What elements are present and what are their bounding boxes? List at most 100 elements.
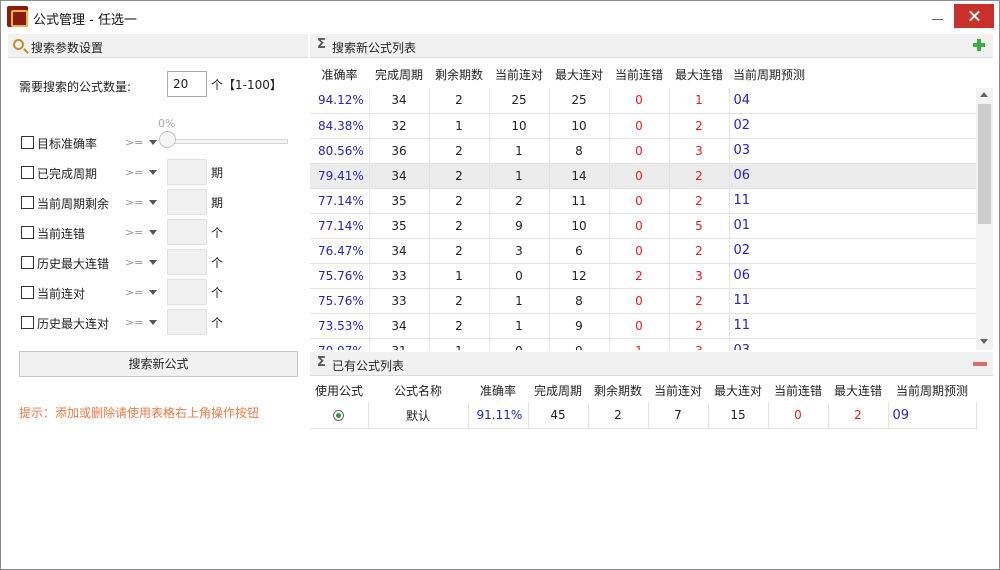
chevron-down-icon[interactable]: [149, 170, 157, 175]
column-header[interactable]: 当前连错: [768, 378, 828, 403]
filter-value-input[interactable]: [167, 279, 207, 305]
table-cell: 06: [729, 263, 976, 289]
table-cell: 75.76%: [310, 263, 370, 289]
sigma-icon: Σ: [317, 37, 326, 52]
chevron-down-icon[interactable]: [149, 200, 157, 205]
table-cell: 2: [669, 288, 730, 314]
table-cell: 36: [369, 138, 430, 164]
filter-unit: 个: [211, 256, 224, 270]
minimize-button[interactable]: [922, 4, 954, 28]
column-header[interactable]: 准确率: [468, 378, 528, 403]
chevron-down-icon[interactable]: [149, 290, 157, 295]
table-cell: 77.14%: [310, 213, 370, 239]
table-cell: 6: [549, 238, 610, 264]
column-header[interactable]: 完成周期: [528, 378, 588, 403]
table-cell: 3: [669, 138, 730, 164]
filter-unit: 个: [211, 286, 224, 300]
filter-value-input[interactable]: [167, 189, 207, 215]
filter-checkbox[interactable]: [21, 316, 34, 329]
table-row[interactable]: 84.38% 32 1 10 10 0 2 02: [310, 113, 976, 139]
filter-operator: >=: [125, 196, 144, 209]
radio-selected-icon[interactable]: [333, 410, 345, 422]
table-cell: 02: [729, 113, 976, 139]
table-row[interactable]: 79.41% 34 2 1 14 0 2 06: [310, 163, 976, 189]
formula-count-label: 需要搜索的公式数量:: [19, 80, 132, 94]
filter-checkbox[interactable]: [21, 136, 34, 149]
scroll-up-icon[interactable]: [980, 92, 988, 97]
chevron-down-icon[interactable]: [149, 140, 157, 145]
table-cell: 34: [369, 163, 430, 189]
use-formula-cell[interactable]: [310, 403, 369, 429]
filter-checkbox[interactable]: [21, 286, 34, 299]
filter-value-input[interactable]: [167, 219, 207, 245]
table-cell: 91.11%: [468, 403, 529, 429]
filter-unit: 期: [211, 166, 224, 180]
column-header[interactable]: 完成周期: [369, 62, 429, 87]
column-header[interactable]: 当前连对: [489, 62, 549, 87]
new-formula-list-header: Σ 搜索新公式列表: [310, 34, 993, 58]
table-cell: 1: [489, 163, 550, 189]
table-cell: 14: [549, 163, 610, 189]
table-cell: 0: [489, 338, 550, 350]
filter-value-input[interactable]: [167, 249, 207, 275]
column-header[interactable]: 当前周期预测: [729, 62, 976, 87]
scrollbar-thumb[interactable]: [978, 104, 991, 224]
table-cell: 1: [489, 138, 550, 164]
column-header[interactable]: 最大连对: [708, 378, 768, 403]
filter-checkbox[interactable]: [21, 166, 34, 179]
table-cell: 1: [669, 88, 730, 114]
table-cell: 76.47%: [310, 238, 370, 264]
new-formula-scrollbar[interactable]: [976, 88, 993, 350]
table-row[interactable]: 75.76% 33 1 0 12 2 3 06: [310, 263, 976, 289]
column-header[interactable]: 当前连对: [648, 378, 708, 403]
chevron-down-icon[interactable]: [149, 260, 157, 265]
column-header[interactable]: 剩余期数: [588, 378, 648, 403]
remove-formula-icon[interactable]: [973, 362, 987, 366]
chevron-down-icon[interactable]: [149, 230, 157, 235]
table-row[interactable]: 77.14% 35 2 9 10 0 5 01: [310, 213, 976, 239]
filter-checkbox[interactable]: [21, 196, 34, 209]
table-row[interactable]: 76.47% 34 2 3 6 0 2 02: [310, 238, 976, 264]
filter-value-input[interactable]: [167, 309, 207, 335]
hint-text: 提示：添加或删除请使用表格右上角操作按钮: [19, 406, 260, 420]
column-header[interactable]: 剩余期数: [429, 62, 489, 87]
column-header[interactable]: 最大连错: [669, 62, 729, 87]
table-cell: 11: [549, 188, 610, 214]
table-row[interactable]: 94.12% 34 2 25 25 0 1 04: [310, 88, 976, 114]
table-cell: 03: [729, 138, 976, 164]
close-button[interactable]: [954, 4, 994, 28]
search-new-formula-button[interactable]: 搜索新公式: [19, 351, 298, 377]
filter-value-input[interactable]: [167, 159, 207, 185]
table-cell: 默认: [368, 403, 469, 429]
table-row[interactable]: 80.56% 36 2 1 8 0 3 03: [310, 138, 976, 164]
table-row[interactable]: 75.76% 33 2 1 8 0 2 11: [310, 288, 976, 314]
formula-count-input[interactable]: 20: [167, 71, 207, 97]
table-cell: 33: [369, 288, 430, 314]
filter-checkbox[interactable]: [21, 226, 34, 239]
column-header[interactable]: 最大连错: [828, 378, 888, 403]
scroll-down-icon[interactable]: [980, 339, 988, 344]
column-header[interactable]: 公式名称: [368, 378, 468, 403]
table-row[interactable]: 73.53% 34 2 1 9 0 2 11: [310, 313, 976, 339]
chevron-down-icon[interactable]: [149, 320, 157, 325]
filter-unit: 个: [211, 316, 224, 330]
table-cell: 2: [669, 238, 730, 264]
table-row[interactable]: 77.14% 35 2 2 11 0 2 11: [310, 188, 976, 214]
column-header[interactable]: 准确率: [310, 62, 369, 87]
table-cell: 45: [528, 403, 589, 429]
formula-manager-window: 公式管理 - 任选一 搜索参数设置 需要搜索的公式数量: 20 个【1-100】…: [0, 0, 1000, 570]
column-header[interactable]: 当前连错: [609, 62, 669, 87]
table-row[interactable]: 默认 91.11% 45 2 7 15 0 2 09: [310, 403, 977, 429]
table-row[interactable]: 70.97%311091303: [310, 338, 976, 350]
column-header[interactable]: 当前周期预测: [888, 378, 976, 403]
new-formula-table-body[interactable]: 94.12% 34 2 25 25 0 1 04 84.38% 32 1 10 10 0 2 02 80.56%…: [310, 88, 976, 350]
table-cell: 2: [828, 403, 889, 429]
column-header[interactable]: 最大连对: [549, 62, 609, 87]
filter-row: 当前连对 >= 个: [19, 279, 304, 307]
column-header[interactable]: 使用公式: [310, 378, 368, 403]
table-cell: 9: [489, 213, 550, 239]
table-cell: 06: [729, 163, 976, 189]
add-formula-icon[interactable]: [973, 39, 985, 51]
filter-checkbox[interactable]: [21, 256, 34, 269]
table-cell: 31: [369, 338, 430, 350]
